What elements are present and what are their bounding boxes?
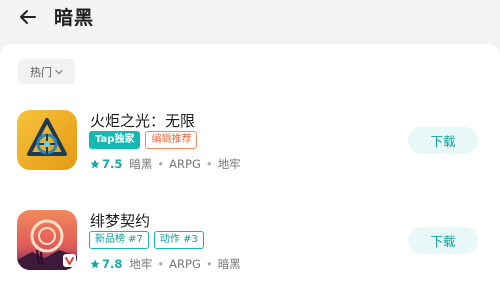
- download-button[interactable]: 下载: [408, 127, 478, 154]
- sort-filter-dropdown[interactable]: 热门: [18, 59, 75, 84]
- ranking-tag: 动作 #3: [153, 231, 204, 249]
- genre-label: ARPG: [169, 257, 201, 271]
- rating-value: 7.8: [102, 257, 123, 271]
- editor-pick-tag: 编辑推荐: [145, 131, 198, 149]
- genre-label: 地牢: [129, 257, 153, 271]
- tag-list: 新品榜 #7 动作 #3: [89, 231, 204, 249]
- rating: 7.5: [90, 157, 122, 171]
- star-icon: [90, 259, 100, 269]
- app-meta: 7.8 地牢 • ARPG • 暗黑: [90, 256, 241, 272]
- app-icon[interactable]: [17, 210, 77, 270]
- app-icon[interactable]: [17, 110, 77, 170]
- list-item[interactable]: 绯梦契约 新品榜 #7 动作 #3 7.8 地牢 • ARPG • 暗黑 下载: [0, 210, 500, 290]
- top-bar: 暗黑: [0, 0, 500, 36]
- rating-value: 7.5: [102, 157, 123, 171]
- sort-filter-label: 热门: [30, 65, 52, 79]
- genre-label: 地牢: [217, 157, 241, 171]
- separator-dot: •: [157, 157, 165, 171]
- list-item[interactable]: 火炬之光：无限 Tap独家 编辑推荐 7.5 暗黑 • ARPG • 地牢 下载: [0, 110, 500, 190]
- tag-list: Tap独家 编辑推荐: [89, 131, 198, 149]
- genre-label: 暗黑: [217, 257, 241, 271]
- page-title: 暗黑: [54, 7, 95, 29]
- app-meta: 7.5 暗黑 • ARPG • 地牢: [90, 156, 241, 172]
- ranking-tag: 新品榜 #7: [89, 231, 149, 249]
- download-button[interactable]: 下载: [408, 227, 478, 254]
- exclusive-tag: Tap独家: [89, 131, 141, 149]
- separator-dot: •: [205, 257, 213, 271]
- star-icon: [90, 159, 100, 169]
- genre-label: ARPG: [169, 157, 201, 171]
- separator-dot: •: [205, 157, 213, 171]
- app-name[interactable]: 火炬之光：无限: [90, 110, 195, 131]
- app-name[interactable]: 绯梦契约: [90, 210, 150, 231]
- arrow-left-icon: [20, 10, 36, 24]
- rating: 7.8: [90, 257, 122, 271]
- genre-label: 暗黑: [129, 157, 153, 171]
- app-list-card: 热门 火炬之光：无限 Tap独家 编辑推荐 7.5 暗黑 • ARPG • 地牢…: [0, 44, 500, 297]
- back-button[interactable]: [16, 5, 40, 29]
- chevron-down-icon: [55, 69, 63, 74]
- separator-dot: •: [157, 257, 165, 271]
